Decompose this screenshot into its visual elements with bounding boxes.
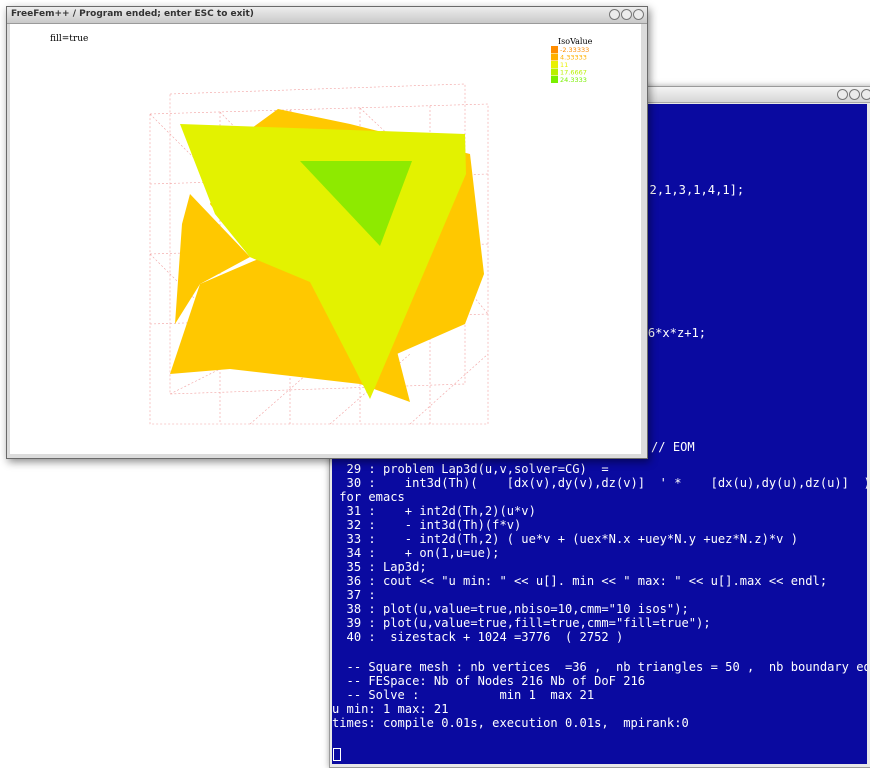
plot-comment: fill=true [50,34,89,44]
terminal-line: -- FESpace: Nb of Nodes 216 Nb of DoF 21… [332,674,646,688]
terminal-line: 32 : - int3d(Th)(f*v) [332,518,522,532]
terminal-line: 35 : Lap3d; [332,560,427,574]
maximize-icon[interactable] [621,9,632,20]
isosurface-plot: IsoValue -2.333334.333331117.666724.3333 [149,37,593,425]
terminal-line: u min: 1 max: 21 [332,702,449,716]
terminal-line: 33 : - int2d(Th,2) ( ue*v + (uex*N.x +ue… [332,532,798,546]
legend-swatch [551,76,558,83]
maximize-icon[interactable] [849,89,860,100]
legend-label: 24.3333 [560,76,587,84]
terminal-line: for emacs [332,490,405,504]
terminal-line: -- Square mesh : nb vertices =36 , nb tr… [332,660,867,674]
terminal-line: 30 : int3d(Th)( [dx(v),dy(v),dz(v)] ' * … [332,476,867,490]
plot-window-controls [609,9,644,20]
close-icon[interactable] [633,9,644,20]
terminal-line: 38 : plot(u,value=true,nbiso=10,cmm="10 … [332,602,689,616]
terminal-line: -- Solve : min 1 max 21 [332,688,595,702]
terminal-line: 39 : plot(u,value=true,fill=true,cmm="fi… [332,616,711,630]
legend: -2.333334.333331117.666724.3333 [551,46,589,84]
freefem-plot-window[interactable]: FreeFem++ / Program ended; enter ESC to … [6,6,648,459]
terminal-line: 31 : + int2d(Th,2)(u*v) [332,504,536,518]
mesh-edge [409,353,489,425]
terminal-line: 36 : cout << "u min: " << u[]. min << " … [332,574,828,588]
legend-title: IsoValue [558,37,593,46]
terminal-line: 34 : + on(1,u=ue); [332,546,500,560]
plot-titlebar[interactable]: FreeFem++ / Program ended; enter ESC to … [7,7,647,24]
legend-swatch [551,68,558,76]
terminal-window-controls [837,89,870,100]
minimize-icon[interactable] [609,9,620,20]
terminal-line: 29 : problem Lap3d(u,v,solver=CG) = [332,462,609,476]
close-icon[interactable] [861,89,870,100]
legend-swatch [551,53,558,61]
terminal-line: 40 : sizestack + 1024 =3776 ( 2752 ) [332,630,624,644]
minimize-icon[interactable] [837,89,848,100]
legend-swatch [551,61,558,68]
terminal-fragment: 1,2,1,3,1,4,1]; [635,183,745,197]
legend-swatch [551,46,558,53]
terminal-line: 37 : [332,588,376,602]
terminal-line: times: compile 0.01s, execution 0.01s, m… [332,716,689,730]
plot-window-title: FreeFem++ / Program ended; enter ESC to … [11,9,254,19]
terminal-fragment: // EOM [651,440,695,454]
plot-canvas[interactable]: IsoValue -2.33333 4.33333 11 17.6667 24.3333… [10,24,641,454]
